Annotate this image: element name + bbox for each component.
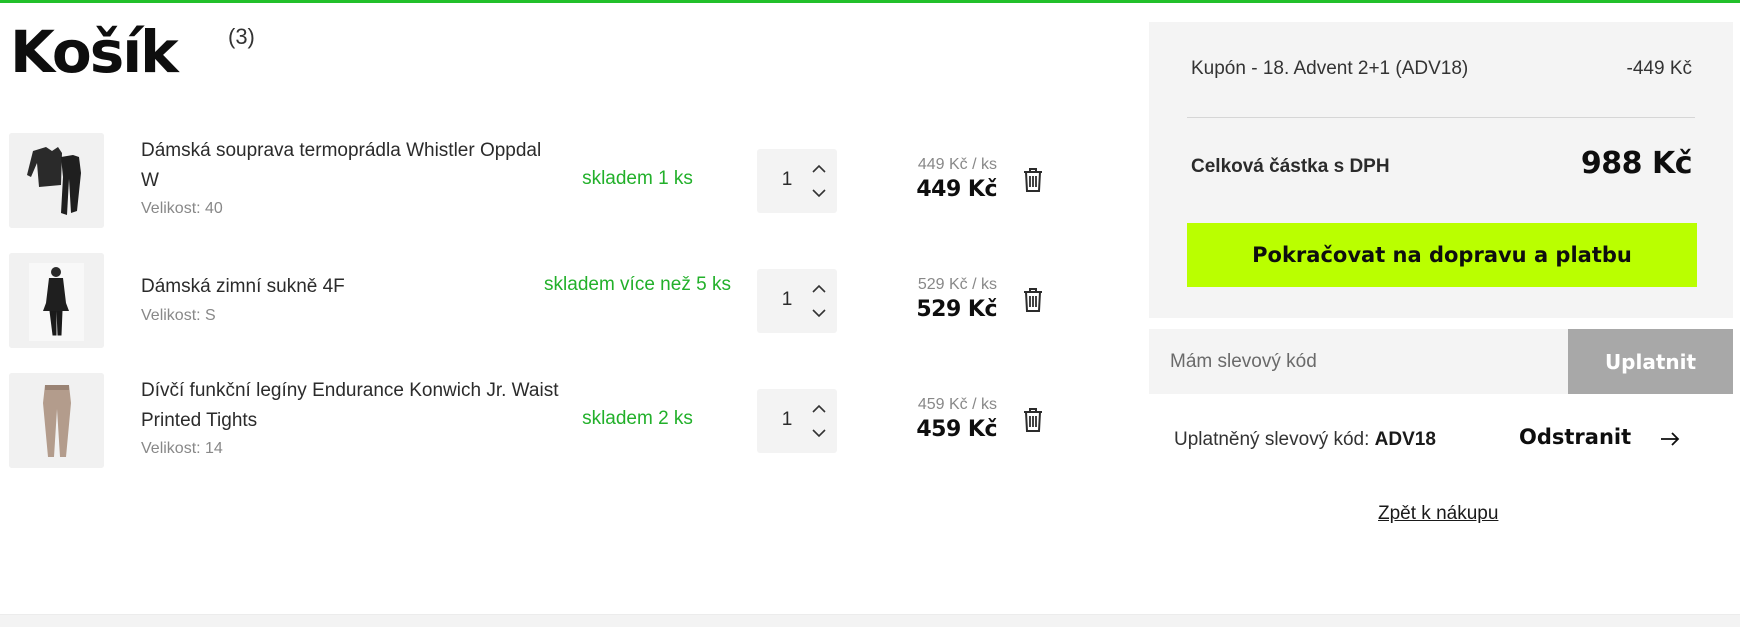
product-name[interactable]: Dámská souprava termoprádla Whistler Opp… xyxy=(141,136,561,196)
product-name[interactable]: Dámská zimní sukně 4F xyxy=(141,272,561,302)
quantity-value[interactable]: 1 xyxy=(777,289,797,311)
coupon-value: -449 Kč xyxy=(1626,58,1692,79)
chevron-up-icon[interactable] xyxy=(811,283,827,295)
item-price: 449 Kč xyxy=(916,177,997,202)
unit-price: 459 Kč / ks xyxy=(917,396,997,413)
back-to-shopping-link[interactable]: Zpět k nákupu xyxy=(1378,503,1498,525)
divider xyxy=(1187,117,1695,118)
product-size: Velikost: 14 xyxy=(141,440,223,457)
coupon-label: Kupón - 18. Advent 2+1 (ADV18) xyxy=(1191,58,1469,79)
thermal-underwear-set-image[interactable] xyxy=(9,133,104,228)
footer-band xyxy=(0,614,1740,627)
stock-status: skladem 1 ks xyxy=(582,168,693,189)
quantity-value[interactable]: 1 xyxy=(777,409,797,431)
discount-code-input[interactable] xyxy=(1149,329,1568,394)
applied-code-label: Uplatněný slevový kód: xyxy=(1174,429,1370,450)
unit-price: 449 Kč / ks xyxy=(917,156,997,173)
chevron-down-icon[interactable] xyxy=(811,307,827,319)
continue-to-shipping-button[interactable]: Pokračovat na dopravu a platbu xyxy=(1187,223,1697,287)
chevron-down-icon[interactable] xyxy=(811,427,827,439)
discount-code-form: Uplatnit xyxy=(1149,329,1733,394)
product-name[interactable]: Dívčí funkční legíny Endurance Konwich J… xyxy=(141,376,561,436)
chevron-up-icon[interactable] xyxy=(811,163,827,175)
total-value: 988 Kč xyxy=(1580,146,1693,181)
total-label: Celková částka s DPH xyxy=(1191,156,1390,177)
chevron-down-icon[interactable] xyxy=(811,187,827,199)
applied-code-value: ADV18 xyxy=(1374,429,1436,450)
page-title: Košík xyxy=(10,18,179,86)
quantity-stepper[interactable]: 1 xyxy=(757,389,837,453)
product-size: Velikost: S xyxy=(141,307,216,324)
item-price: 459 Kč xyxy=(916,417,997,442)
trash-icon[interactable] xyxy=(1022,407,1044,433)
remove-discount-link[interactable]: Odstranit xyxy=(1519,425,1631,449)
stock-status: skladem více než 5 ks xyxy=(544,274,731,295)
stock-status: skladem 2 ks xyxy=(582,408,693,429)
trash-icon[interactable] xyxy=(1022,167,1044,193)
arrow-right-icon[interactable] xyxy=(1660,431,1680,447)
quantity-stepper[interactable]: 1 xyxy=(757,269,837,333)
chevron-up-icon[interactable] xyxy=(811,403,827,415)
cart-count: (3) xyxy=(228,24,255,49)
winter-skirt-image[interactable] xyxy=(9,253,104,348)
cart-item: Dámská souprava termoprádla Whistler Opp… xyxy=(0,133,1080,229)
unit-price: 529 Kč / ks xyxy=(917,276,997,293)
quantity-stepper[interactable]: 1 xyxy=(757,149,837,213)
trash-icon[interactable] xyxy=(1022,287,1044,313)
applied-code-line: Uplatněný slevový kód: ADV18 xyxy=(1174,429,1436,451)
cart-item: Dámská zimní sukně 4F Velikost: S sklade… xyxy=(0,253,1080,349)
apply-discount-button[interactable]: Uplatnit xyxy=(1568,329,1733,394)
order-summary: Kupón - 18. Advent 2+1 (ADV18) -449 Kč C… xyxy=(1149,22,1733,318)
top-accent-line xyxy=(0,0,1740,3)
leggings-image[interactable] xyxy=(9,373,104,468)
product-size: Velikost: 40 xyxy=(141,200,223,217)
quantity-value[interactable]: 1 xyxy=(777,169,797,191)
item-price: 529 Kč xyxy=(916,297,997,322)
cart-item: Dívčí funkční legíny Endurance Konwich J… xyxy=(0,373,1080,469)
